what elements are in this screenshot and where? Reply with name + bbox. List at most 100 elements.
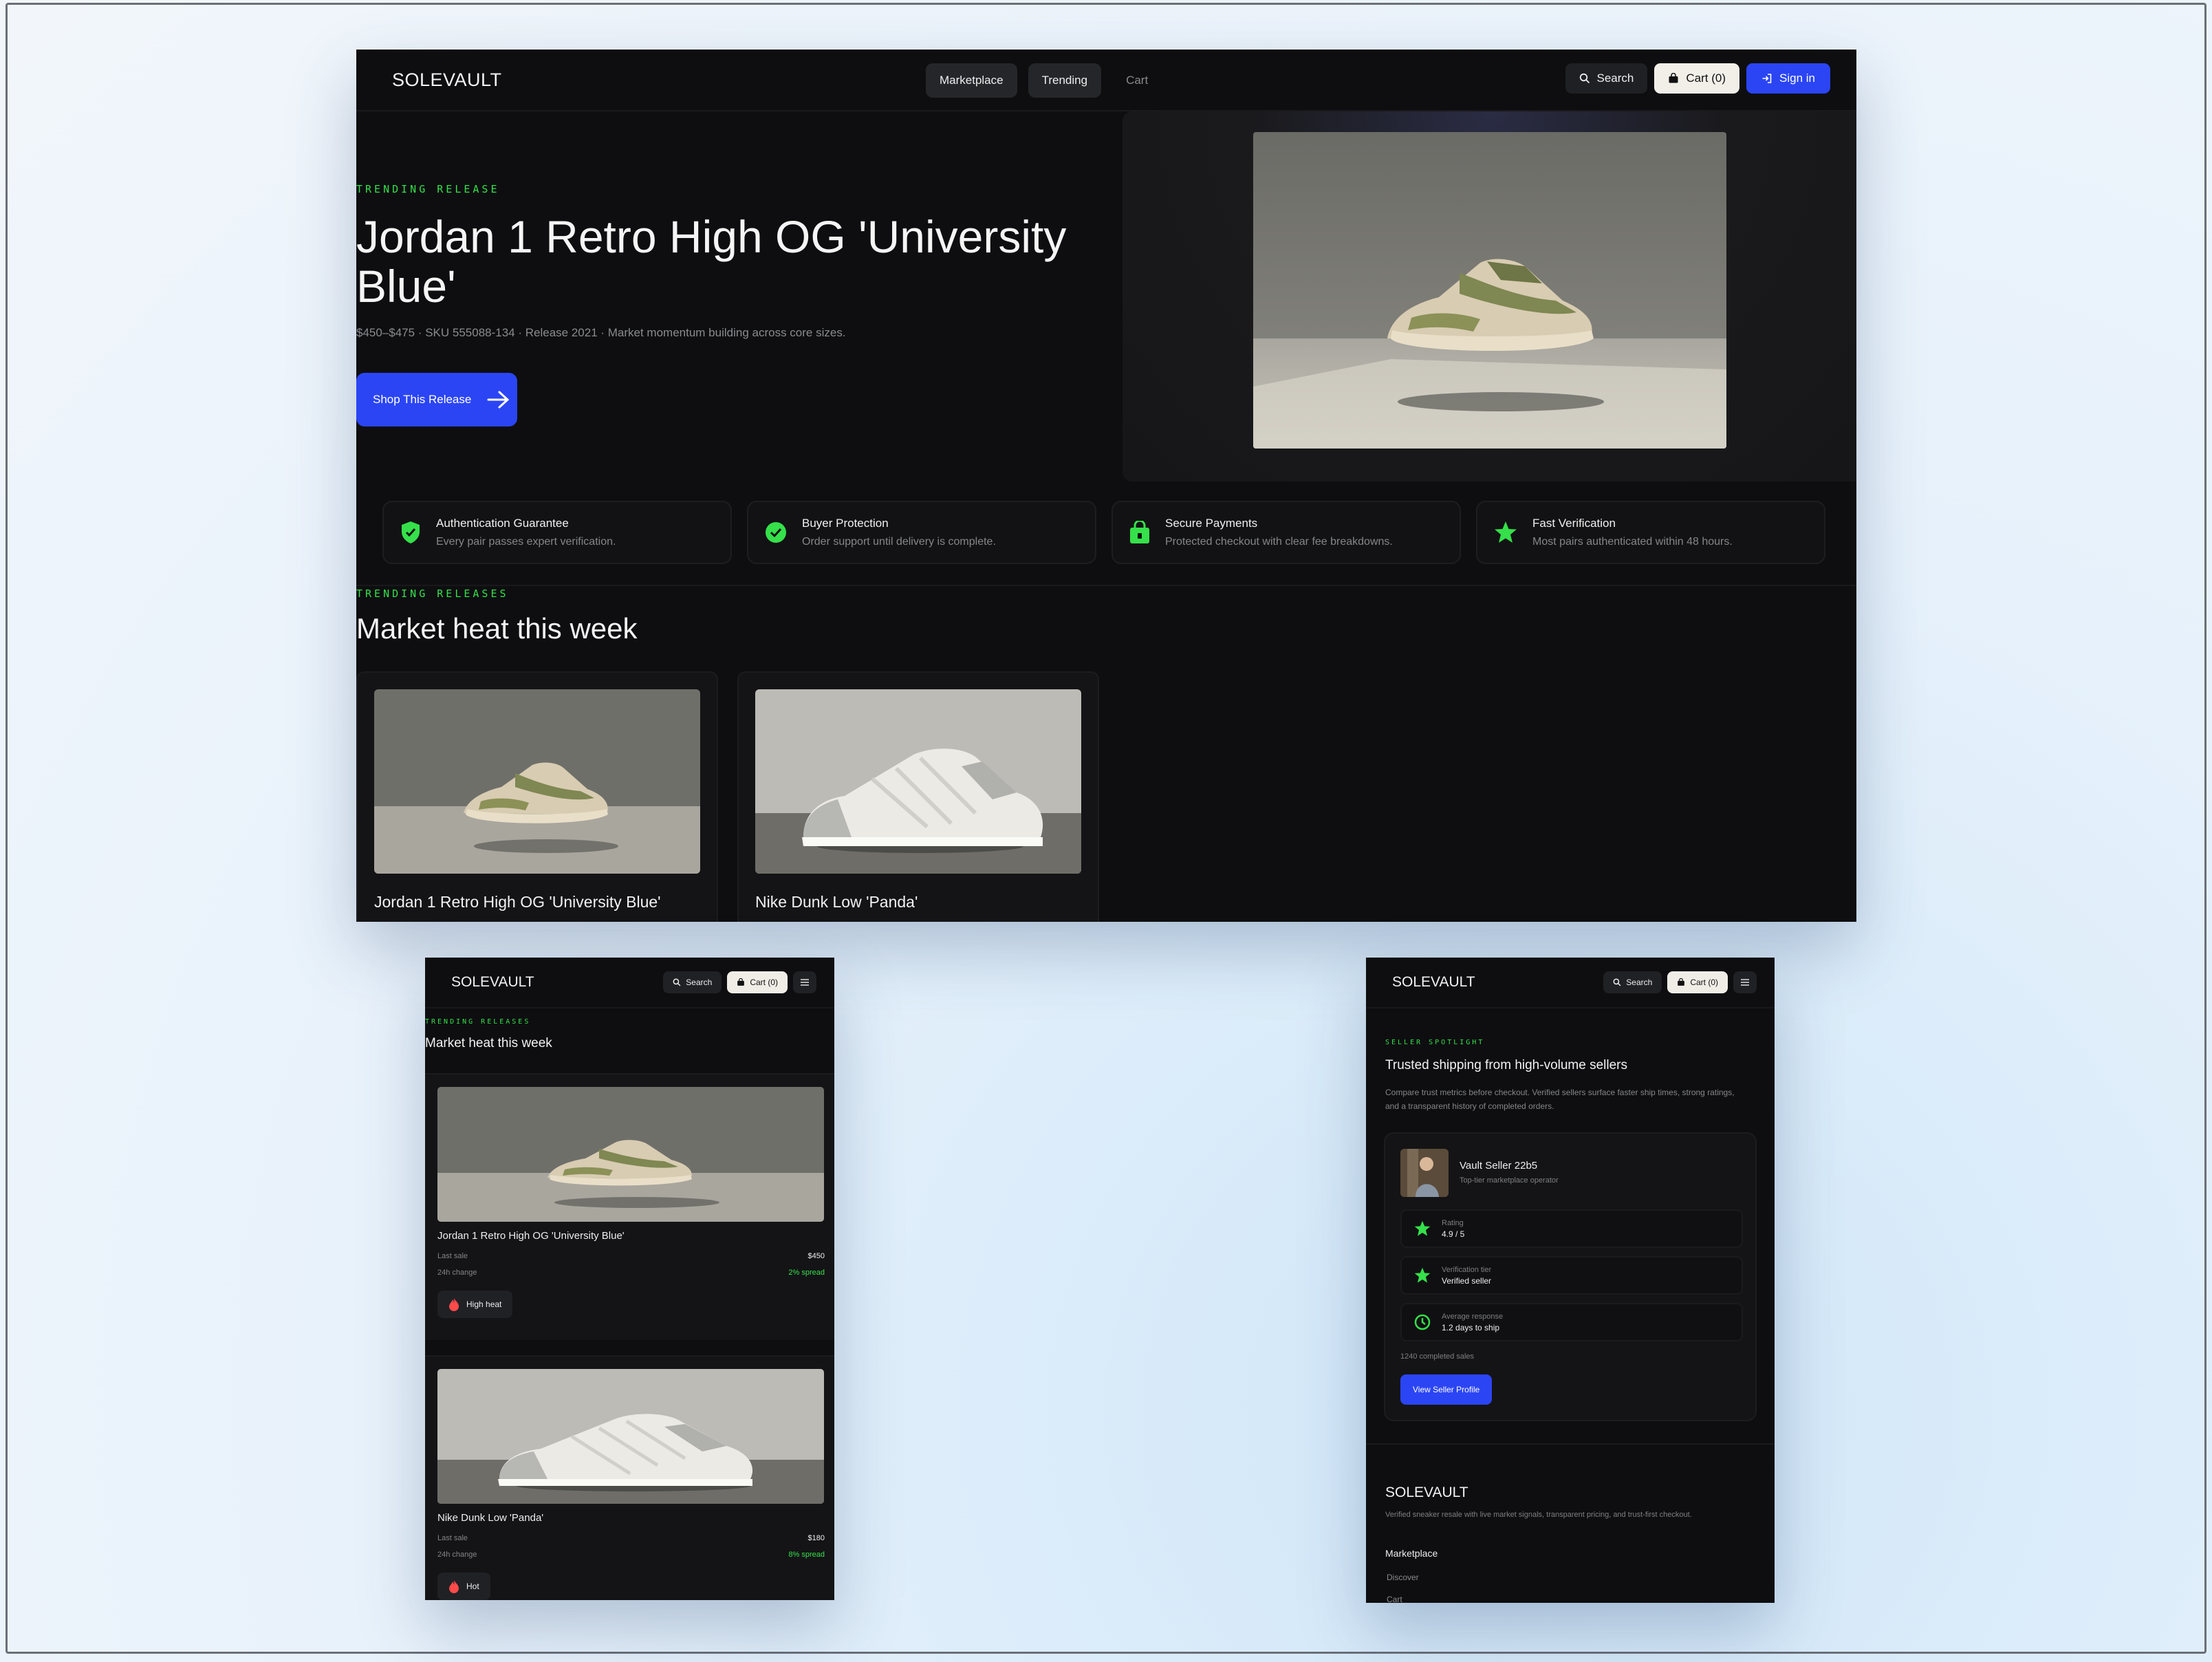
view-seller-profile-button[interactable]: View Seller Profile bbox=[1400, 1374, 1493, 1405]
change-row: 24h change 2% spread bbox=[437, 1269, 825, 1277]
change-label: 24h change bbox=[437, 1551, 477, 1559]
star-icon bbox=[1414, 1267, 1431, 1283]
seller-name: Vault Seller 22b5 bbox=[1460, 1160, 1538, 1172]
top-nav: SOLEVAULT Marketplace Trending Cart Sear… bbox=[356, 50, 1856, 111]
seller-rating-row: Rating 4.9 / 5 bbox=[1400, 1209, 1743, 1248]
row-value: 1.2 days to ship bbox=[1442, 1322, 1500, 1332]
change-value: 8% spread bbox=[788, 1551, 825, 1559]
product-image bbox=[374, 689, 700, 874]
feature-authentication: Authentication Guarantee Every pair passe… bbox=[382, 501, 732, 564]
nav-actions: Search Cart (0) Sign in bbox=[1565, 63, 1830, 94]
hero-text: TRENDING RELEASE Jordan 1 Retro High OG … bbox=[356, 183, 1113, 340]
hero-product-image[interactable] bbox=[1253, 132, 1726, 449]
shopping-bag-lock-icon bbox=[1130, 521, 1149, 543]
seller-eyebrow: SELLER SPOTLIGHT bbox=[1385, 1039, 1485, 1046]
heat-label: High heat bbox=[466, 1299, 502, 1309]
mobile-nav: SOLEVAULT Search Cart (0) bbox=[1366, 958, 1775, 1008]
search-label: Search bbox=[686, 978, 713, 987]
search-button[interactable]: Search bbox=[663, 971, 722, 993]
last-sale-row: Last sale $180 bbox=[437, 1534, 825, 1542]
feature-title: Authentication Guarantee bbox=[436, 517, 569, 530]
product-card-dunk[interactable]: Nike Dunk Low 'Panda' Last sale $180 24h … bbox=[425, 1355, 834, 1600]
brand-logo[interactable]: SOLEVAULT bbox=[451, 974, 534, 991]
product-name: Jordan 1 Retro High OG 'University Blue' bbox=[374, 893, 661, 911]
footer-brand: SOLEVAULT bbox=[1385, 1485, 1468, 1500]
product-image bbox=[755, 689, 1081, 874]
feature-title: Fast Verification bbox=[1532, 517, 1616, 530]
footer-link-cart[interactable]: Cart bbox=[1387, 1595, 1402, 1603]
arrow-right-icon bbox=[487, 391, 510, 409]
last-sale-value: $450 bbox=[807, 1252, 825, 1260]
trending-title: Market heat this week bbox=[425, 1036, 552, 1050]
seller-desc: Compare trust metrics before checkout. V… bbox=[1385, 1088, 1735, 1111]
desktop-view: SOLEVAULT Marketplace Trending Cart Sear… bbox=[356, 50, 1856, 922]
hero-section: TRENDING RELEASE Jordan 1 Retro High OG … bbox=[356, 111, 1856, 483]
row-value: 4.9 / 5 bbox=[1442, 1229, 1465, 1239]
cart-label: Cart (0) bbox=[1686, 72, 1726, 85]
trending-eyebrow: TRENDING RELEASES bbox=[356, 587, 509, 600]
feature-strip: Authentication Guarantee Every pair passe… bbox=[382, 501, 1825, 564]
section-divider bbox=[356, 585, 1856, 586]
menu-button[interactable] bbox=[1733, 971, 1757, 993]
seller-response-row: Average response 1.2 days to ship bbox=[1400, 1303, 1743, 1341]
product-name: Nike Dunk Low 'Panda' bbox=[755, 893, 918, 911]
menu-icon bbox=[1741, 979, 1749, 986]
sign-in-icon bbox=[1762, 74, 1772, 83]
hero-title: Jordan 1 Retro High OG 'University Blue' bbox=[356, 211, 1067, 312]
feature-secure-payments: Secure Payments Protected checkout with c… bbox=[1112, 501, 1461, 564]
flame-icon bbox=[449, 1298, 459, 1311]
seller-verification-row: Verification tier Verified seller bbox=[1400, 1256, 1743, 1295]
clock-icon bbox=[1414, 1314, 1431, 1330]
sign-in-label: Sign in bbox=[1779, 72, 1815, 85]
mobile-nav-actions: Search Cart (0) bbox=[663, 971, 816, 993]
search-label: Search bbox=[1596, 72, 1634, 85]
row-label: Average response bbox=[1442, 1312, 1504, 1321]
cart-button[interactable]: Cart (0) bbox=[727, 971, 788, 993]
row-value: Verified seller bbox=[1442, 1275, 1492, 1286]
cart-label: Cart (0) bbox=[750, 978, 778, 987]
cart-button[interactable]: Cart (0) bbox=[1654, 63, 1740, 94]
search-button[interactable]: Search bbox=[1565, 63, 1648, 94]
check-circle-icon bbox=[766, 522, 786, 543]
feature-desc: Every pair passes expert verification. bbox=[436, 536, 616, 548]
search-label: Search bbox=[1626, 978, 1653, 987]
cart-button[interactable]: Cart (0) bbox=[1667, 971, 1728, 993]
footer-link-discover[interactable]: Discover bbox=[1387, 1573, 1419, 1582]
row-label: Rating bbox=[1442, 1218, 1464, 1227]
bag-icon bbox=[737, 978, 745, 986]
search-button[interactable]: Search bbox=[1603, 971, 1662, 993]
feature-buyer-protection: Buyer Protection Order support until deli… bbox=[747, 501, 1096, 564]
heat-badge: High heat bbox=[437, 1291, 513, 1318]
product-card-dunk[interactable]: Nike Dunk Low 'Panda' bbox=[737, 671, 1099, 922]
mobile-view-seller: SOLEVAULT Search Cart (0) SELLER SPOTLIG… bbox=[1366, 958, 1775, 1603]
bag-icon bbox=[1669, 73, 1678, 83]
mobile-nav: SOLEVAULT Search Cart (0) bbox=[425, 958, 834, 1008]
seller-card: Vault Seller 22b5 Top-tier marketplace o… bbox=[1384, 1132, 1757, 1421]
product-name: Nike Dunk Low 'Panda' bbox=[437, 1512, 544, 1524]
shop-release-label: Shop This Release bbox=[373, 393, 472, 406]
last-sale-value: $180 bbox=[807, 1534, 825, 1542]
change-label: 24h change bbox=[437, 1269, 477, 1277]
change-row: 24h change 8% spread bbox=[437, 1551, 825, 1559]
nav-link-trending[interactable]: Trending bbox=[1028, 63, 1102, 98]
brand-logo[interactable]: SOLEVAULT bbox=[1392, 974, 1475, 991]
footer-heading: Marketplace bbox=[1385, 1548, 1438, 1559]
brand-logo[interactable]: SOLEVAULT bbox=[392, 69, 502, 91]
product-card-jordan[interactable]: Jordan 1 Retro High OG 'University Blue'… bbox=[425, 1073, 834, 1340]
change-value: 2% spread bbox=[788, 1269, 825, 1277]
footer-divider bbox=[1366, 1443, 1775, 1445]
nav-link-cart[interactable]: Cart bbox=[1112, 63, 1162, 98]
seller-title: Trusted shipping from high-volume seller… bbox=[1385, 1058, 1628, 1072]
menu-icon bbox=[801, 979, 809, 986]
feature-desc: Protected checkout with clear fee breakd… bbox=[1165, 536, 1393, 548]
shop-release-button[interactable]: Shop This Release bbox=[356, 373, 517, 427]
heat-label: Hot bbox=[466, 1582, 479, 1591]
sign-in-button[interactable]: Sign in bbox=[1746, 63, 1830, 94]
nav-link-marketplace[interactable]: Marketplace bbox=[926, 63, 1017, 98]
hero-subtitle: $450–$475 · SKU 555088-134 · Release 202… bbox=[356, 326, 846, 339]
search-icon bbox=[673, 978, 681, 986]
hero-image-panel bbox=[1123, 111, 1856, 482]
menu-button[interactable] bbox=[793, 971, 816, 993]
product-card-jordan[interactable]: Jordan 1 Retro High OG 'University Blue' bbox=[356, 671, 718, 922]
nav-links: Marketplace Trending Cart bbox=[926, 63, 1162, 98]
